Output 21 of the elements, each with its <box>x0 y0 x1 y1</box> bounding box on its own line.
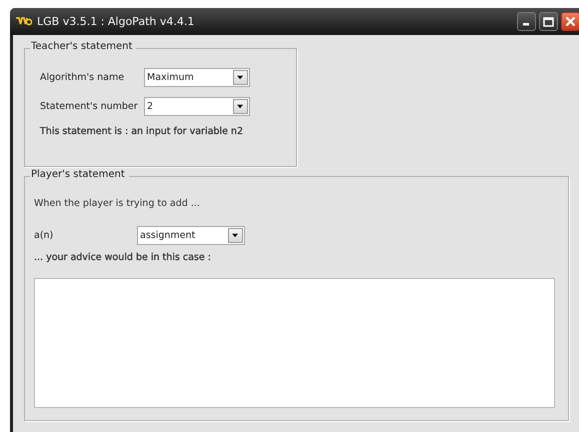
group-title: Teacher's statement <box>30 41 136 52</box>
caret-icon[interactable] <box>233 99 248 114</box>
statement-text: This statement is : an input for variable n2 <box>40 126 244 137</box>
maximize-icon <box>543 16 554 26</box>
caret-icon[interactable] <box>228 228 243 243</box>
maximize-button[interactable] <box>539 12 558 31</box>
advice-label: ... your advice would be in this case : <box>34 252 212 265</box>
dropdown[interactable]: 2 <box>144 97 250 116</box>
close-icon <box>565 16 576 27</box>
field-label: a(n) <box>34 230 54 241</box>
app-logo-icon <box>16 16 32 26</box>
dropdown[interactable]: Maximum <box>144 68 250 87</box>
close-button[interactable] <box>561 12 579 31</box>
minimize-button[interactable] <box>517 12 536 31</box>
intro-text: When the player is trying to add ... <box>34 198 201 211</box>
field-label: Algorithm's name <box>40 72 126 83</box>
group-title: Player's statement <box>30 169 129 180</box>
window-title: LGB v3.5.1 : AlgoPath v4.4.1 <box>37 15 196 28</box>
field-label: Statement's number <box>40 101 139 112</box>
dropdown[interactable]: assignment <box>137 226 245 245</box>
caret-icon[interactable] <box>233 70 248 85</box>
